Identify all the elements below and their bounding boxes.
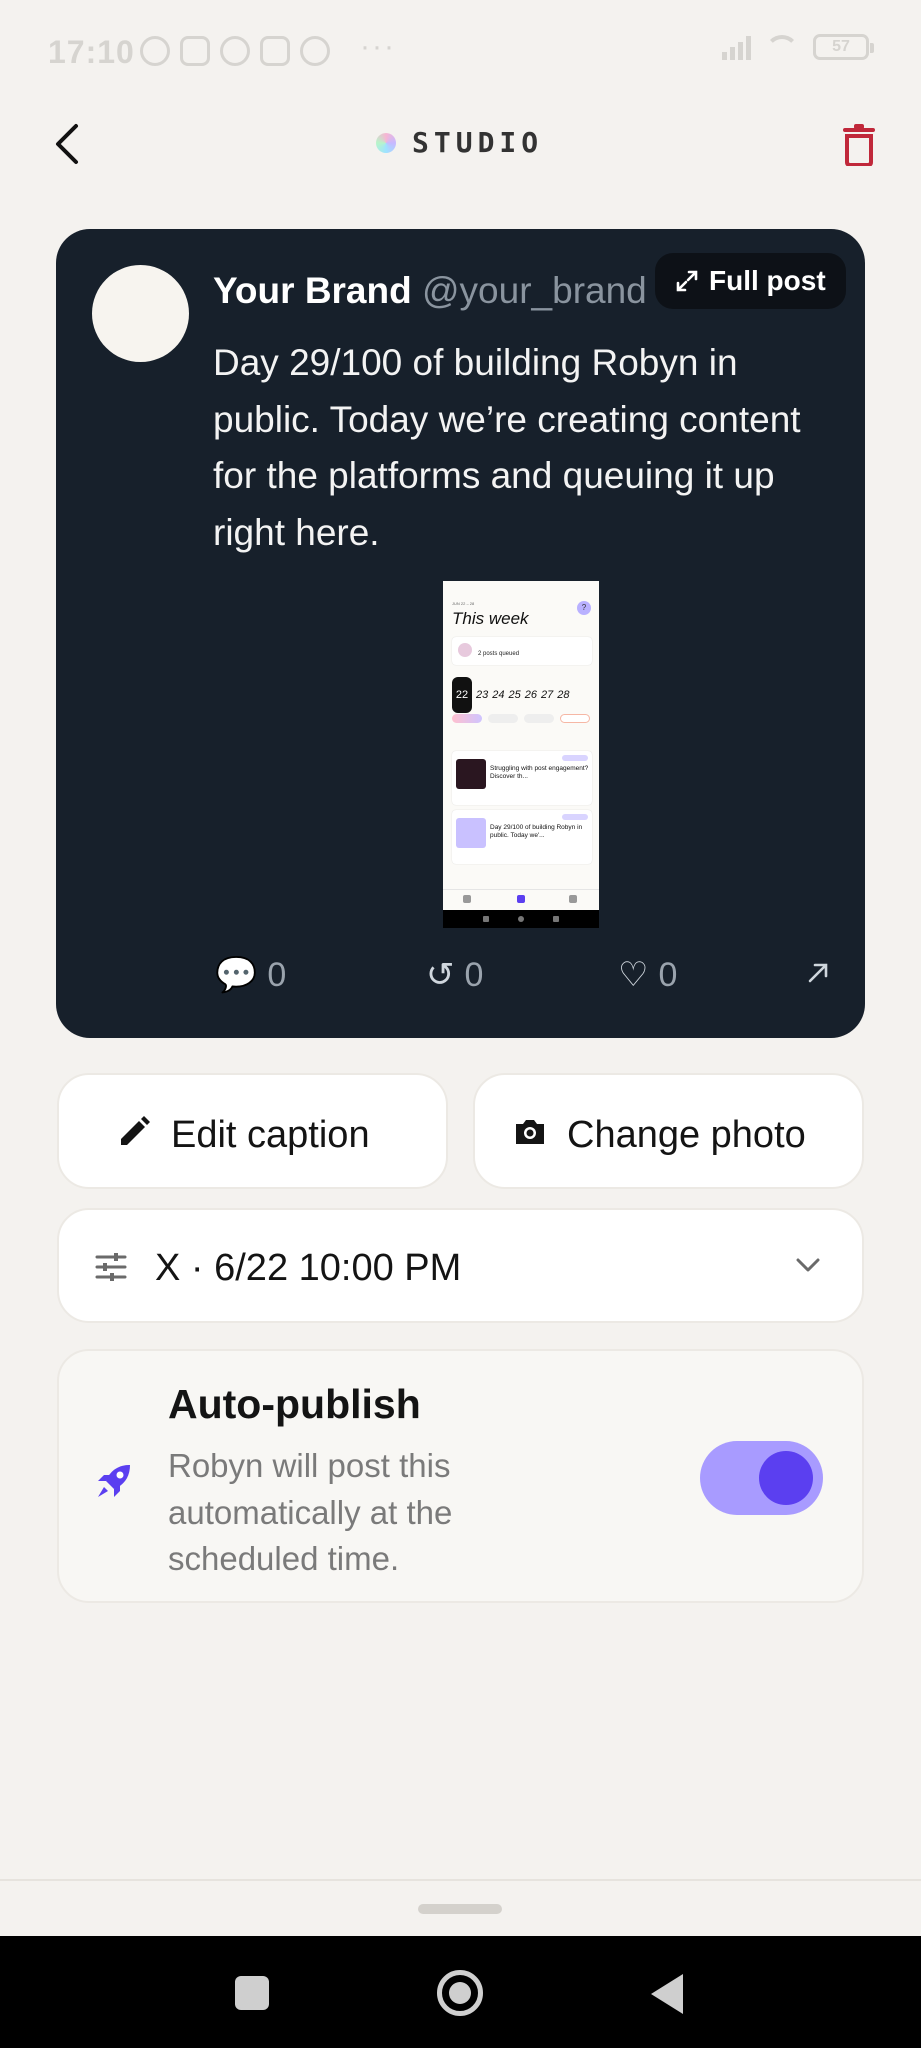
edit-caption-label: Edit caption — [171, 1114, 370, 1156]
post-image[interactable]: JUN 22 – 28 This week ? 2 posts queued 2… — [443, 581, 599, 928]
preview-day: 24 — [492, 689, 505, 701]
system-back-button[interactable] — [651, 1974, 683, 2014]
status-time: 17:10 — [48, 34, 135, 70]
avatar — [92, 265, 189, 362]
edit-caption-button[interactable]: Edit caption — [57, 1073, 448, 1189]
home-button[interactable] — [437, 1970, 483, 2016]
preview-day: 26 — [524, 689, 537, 701]
camera-icon — [516, 1120, 544, 1144]
comments-stat[interactable]: 💬 0 — [215, 955, 286, 995]
preview-days: 22 23 24 25 26 27 28 — [452, 677, 570, 713]
preview-thumb — [456, 759, 486, 789]
preview-day: 23 — [476, 689, 489, 701]
preview-filters — [452, 714, 590, 723]
auto-publish-title: Auto-publish — [168, 1381, 421, 1427]
preview-thumb — [456, 818, 486, 848]
signal-icon — [722, 34, 751, 60]
schedule-selector[interactable]: X · 6/22 10:00 PM — [57, 1208, 864, 1323]
preview-row-text: Struggling with post engagement? Discove… — [490, 765, 589, 780]
schedule-label: X · 6/22 10:00 PM — [155, 1247, 462, 1289]
bottom-divider — [0, 1879, 921, 1881]
preview-navbar — [443, 910, 599, 928]
preview-day: 28 — [557, 689, 570, 701]
repost-icon: ↺ — [426, 956, 455, 994]
change-photo-button[interactable]: Change photo — [473, 1073, 864, 1189]
more-notifications-icon: ··· — [360, 30, 396, 63]
preview-tabbar — [443, 889, 599, 910]
likes-count: 0 — [658, 955, 678, 994]
app-brand: STUDIO — [376, 126, 543, 159]
alarm-icon — [140, 36, 170, 66]
wifi-icon — [765, 35, 799, 59]
notification-icons — [140, 36, 330, 66]
preview-tag — [562, 755, 588, 761]
auto-publish-description: Robyn will post this automatically at th… — [168, 1447, 453, 1577]
drag-handle[interactable] — [418, 1904, 502, 1914]
heart-icon: ♡ — [618, 956, 649, 994]
preview-row-text: Day 29/100 of building Robyn in public. … — [490, 824, 583, 839]
rocket-icon — [98, 1465, 130, 1497]
recents-button[interactable] — [235, 1976, 269, 2010]
pencil-icon — [121, 1116, 150, 1145]
preview-row: Struggling with post engagement? Discove… — [452, 751, 592, 805]
auto-publish-card: Auto-publish Robyn will post this automa… — [57, 1349, 864, 1603]
mail-icon — [260, 36, 290, 66]
reposts-stat[interactable]: ↺ 0 — [426, 955, 483, 995]
preview-queue-card: 2 posts queued — [452, 637, 592, 665]
reposts-count: 0 — [464, 955, 484, 994]
system-icons: 57 — [722, 34, 874, 60]
preview-day: 27 — [541, 689, 554, 701]
share-icon[interactable] — [806, 961, 830, 985]
preview-queue-text: 2 posts queued — [478, 651, 520, 657]
system-navbar — [0, 1936, 921, 2048]
full-post-button[interactable]: Full post — [655, 253, 846, 309]
preview-day: 25 — [508, 689, 521, 701]
preview-day: 22 — [452, 677, 472, 713]
brand-title: STUDIO — [412, 126, 544, 159]
nfc-icon — [180, 36, 210, 66]
preview-title: This week — [452, 609, 529, 628]
preview-row: Day 29/100 of building Robyn in public. … — [452, 810, 592, 864]
sliders-icon — [95, 1253, 127, 1281]
preview-range: JUN 22 – 28 — [452, 601, 475, 606]
auto-publish-toggle[interactable] — [700, 1441, 823, 1515]
brand-logo-icon — [376, 132, 396, 153]
change-photo-label: Change photo — [567, 1114, 806, 1156]
likes-stat[interactable]: ♡ 0 — [618, 955, 677, 995]
preview-avatar — [458, 643, 472, 657]
toggle-knob — [759, 1451, 813, 1505]
help-icon: ? — [577, 601, 591, 615]
author-name: Your Brand — [213, 270, 412, 311]
back-button[interactable] — [50, 122, 86, 166]
post-caption: Day 29/100 of building Robyn in public. … — [213, 342, 801, 553]
whatsapp-icon — [220, 36, 250, 66]
expand-icon — [676, 270, 698, 292]
chevron-down-icon — [796, 1258, 820, 1272]
full-post-label: Full post — [709, 265, 826, 296]
delete-button[interactable] — [839, 124, 879, 166]
preview-tag — [562, 814, 588, 820]
telegram-icon — [300, 36, 330, 66]
comment-icon: 💬 — [215, 956, 258, 994]
battery-icon: 57 — [813, 34, 874, 60]
comments-count: 0 — [267, 955, 287, 994]
